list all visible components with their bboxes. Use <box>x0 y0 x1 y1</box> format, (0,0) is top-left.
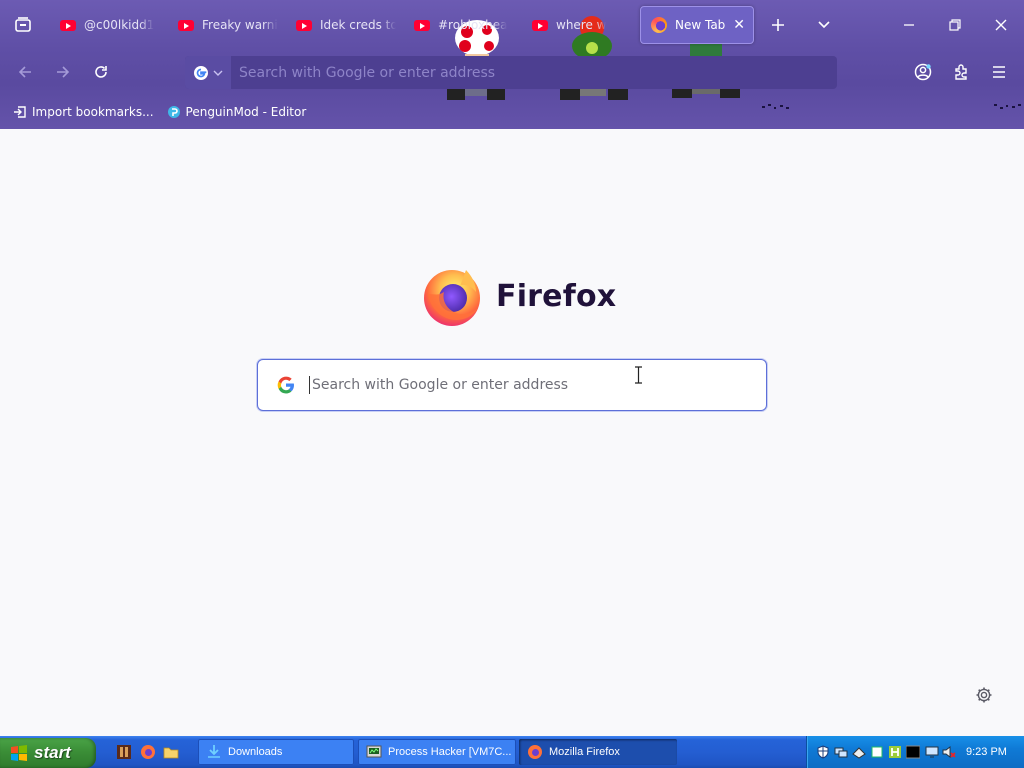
bookmark-penguinmod[interactable]: PenguinMod - Editor <box>167 104 307 119</box>
tab-title: #robloxhea <box>438 18 508 32</box>
tray-app-icon[interactable] <box>852 745 866 759</box>
chevron-down-icon <box>213 70 223 76</box>
tray-h-icon[interactable] <box>888 745 902 759</box>
youtube-icon <box>532 19 548 31</box>
download-folder-icon <box>208 745 220 758</box>
google-icon <box>194 65 208 80</box>
start-label: start <box>34 743 71 762</box>
youtube-icon <box>60 19 76 31</box>
volume-muted-icon[interactable] <box>942 745 956 759</box>
close-tab-icon[interactable]: ✕ <box>733 17 745 33</box>
security-shield-icon[interactable] <box>816 745 830 759</box>
newtab-search-input[interactable] <box>310 376 734 394</box>
quicklaunch-firefox-icon[interactable] <box>140 744 156 760</box>
restore-button[interactable] <box>932 8 978 42</box>
tab-youtube-5[interactable]: where w <box>522 6 632 44</box>
reload-button[interactable] <box>84 55 118 89</box>
app-menu-button[interactable] <box>982 55 1016 89</box>
task-label: Downloads <box>228 746 283 758</box>
youtube-icon <box>178 19 194 31</box>
tray-device-icon[interactable] <box>870 745 884 759</box>
address-placeholder: Search with Google or enter address <box>239 64 496 81</box>
address-bar[interactable]: Search with Google or enter address <box>185 56 837 89</box>
search-engine-selector[interactable] <box>185 56 231 89</box>
list-all-tabs-button[interactable] <box>807 8 841 42</box>
firefox-icon <box>424 270 480 326</box>
newtab-search-box[interactable] <box>257 359 767 411</box>
browser-toolbar: @c00lkidd1 Freaky warnin Idek creds to #… <box>0 0 1024 129</box>
bookmark-label: PenguinMod - Editor <box>185 104 307 119</box>
minimize-icon <box>904 24 914 26</box>
navigation-bar: Search with Google or enter address <box>0 50 1024 94</box>
windows-logo-icon <box>11 745 27 761</box>
bookmarks-toolbar: Import bookmarks... PenguinMod - Editor <box>0 94 1024 129</box>
reload-icon <box>95 66 107 78</box>
task-process-hacker[interactable]: Process Hacker [VM7C... <box>358 739 516 765</box>
tab-title: Idek creds to <box>320 18 396 32</box>
start-button[interactable]: start <box>0 738 96 768</box>
penguinmod-icon <box>167 105 180 118</box>
task-mozilla-firefox[interactable]: Mozilla Firefox <box>519 739 677 765</box>
process-hacker-icon <box>366 745 382 758</box>
extensions-button[interactable] <box>944 55 978 89</box>
arrow-right-icon <box>57 66 70 78</box>
account-button[interactable] <box>906 55 940 89</box>
firefox-view-button[interactable] <box>6 8 40 42</box>
taskbar: start Downloads Process Hacker [VM7C... … <box>0 736 1024 768</box>
tab-title: where w <box>556 18 607 32</box>
close-icon <box>995 19 1007 31</box>
back-button[interactable] <box>8 55 42 89</box>
plus-icon <box>772 19 784 31</box>
task-label: Mozilla Firefox <box>549 746 620 758</box>
tab-title: Freaky warnin <box>202 18 278 32</box>
clock: 9:23 PM <box>966 746 1007 758</box>
tab-title: @c00lkidd1 <box>84 18 155 32</box>
import-icon <box>14 105 26 118</box>
new-tab-page: Firefox <box>0 129 1024 736</box>
tab-youtube-1[interactable]: @c00lkidd1 <box>50 6 160 44</box>
tab-youtube-4[interactable]: #robloxhea <box>404 6 514 44</box>
firefox-logo: Firefox <box>420 264 616 328</box>
puzzle-icon <box>955 64 967 80</box>
tab-youtube-2[interactable]: Freaky warnin <box>168 6 278 44</box>
bookmark-import[interactable]: Import bookmarks... <box>13 105 154 119</box>
chevron-down-icon <box>818 21 830 29</box>
firefox-wordmark: Firefox <box>496 278 617 314</box>
tab-youtube-3[interactable]: Idek creds to <box>286 6 396 44</box>
forward-button[interactable] <box>46 55 80 89</box>
tab-new-tab[interactable]: New Tab ✕ <box>640 6 754 44</box>
restore-icon <box>949 19 961 31</box>
tab-title: New Tab <box>675 18 726 32</box>
tab-bar: @c00lkidd1 Freaky warnin Idek creds to #… <box>0 0 1024 50</box>
quicklaunch-app-icon[interactable] <box>116 744 132 760</box>
mouse-cursor-ibeam <box>635 366 642 384</box>
task-downloads[interactable]: Downloads <box>198 739 354 765</box>
close-window-button[interactable] <box>978 8 1024 42</box>
network-icon[interactable] <box>834 745 848 759</box>
tray-console-icon[interactable] <box>906 745 920 759</box>
firefox-icon <box>651 17 667 33</box>
quicklaunch-folder-icon[interactable] <box>163 744 179 760</box>
google-icon <box>277 376 294 394</box>
youtube-icon <box>414 19 430 31</box>
account-icon <box>914 63 932 81</box>
task-label: Process Hacker [VM7C... <box>388 746 512 758</box>
hamburger-menu-icon <box>993 66 1005 78</box>
firefox-icon <box>528 745 542 759</box>
monitor-icon[interactable] <box>925 745 939 759</box>
bookmark-label: Import bookmarks... <box>32 104 154 119</box>
arrow-left-icon <box>18 66 31 78</box>
personalize-gear-icon[interactable] <box>975 686 993 704</box>
new-tab-button[interactable] <box>761 8 795 42</box>
youtube-icon <box>296 19 312 31</box>
firefox-view-icon <box>15 17 31 32</box>
minimize-button[interactable] <box>886 8 932 42</box>
